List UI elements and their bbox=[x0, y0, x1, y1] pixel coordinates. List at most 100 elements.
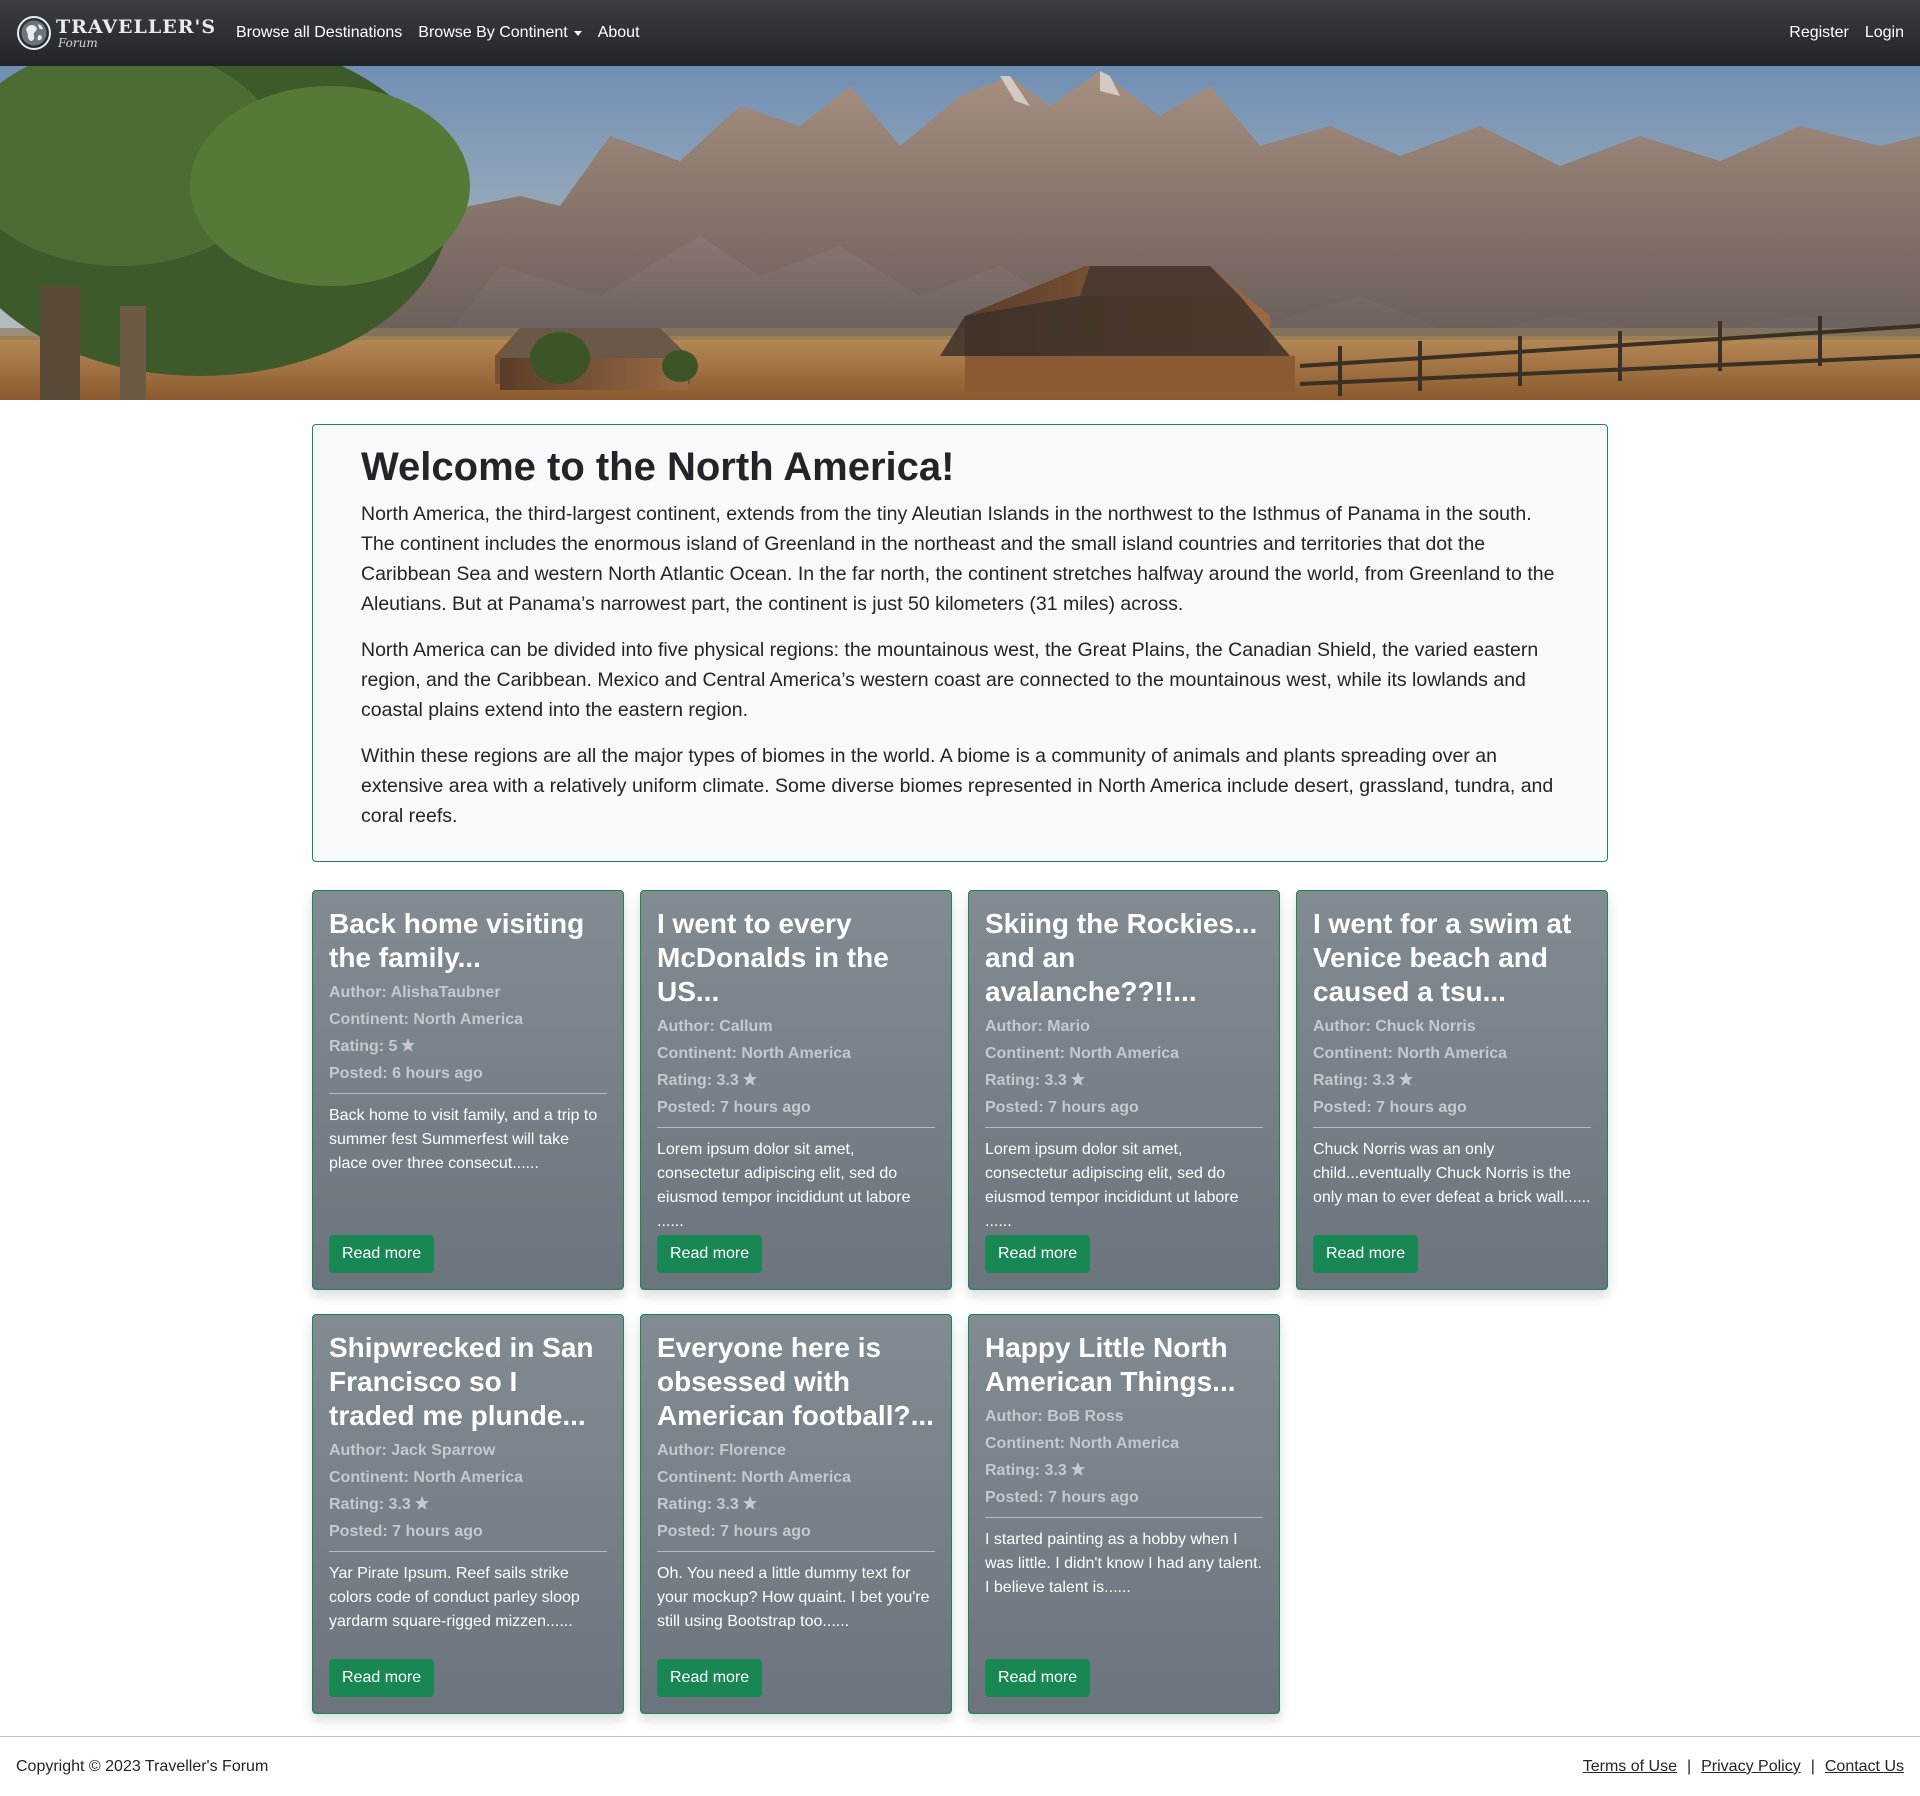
post-rating: Rating: 5 bbox=[329, 1038, 398, 1055]
read-more-button[interactable]: Read more bbox=[329, 1659, 435, 1697]
post-card: Skiing the Rockies... and an avalanche??… bbox=[968, 890, 1280, 1290]
hero-banner bbox=[0, 66, 1920, 400]
post-author: Author: Chuck Norris bbox=[1313, 1018, 1476, 1035]
welcome-paragraph-1: North America, the third-largest contine… bbox=[361, 503, 1555, 615]
post-posted: Posted: 7 hours ago bbox=[985, 1099, 1139, 1116]
post-title: Everyone here is obsessed with American … bbox=[657, 1332, 934, 1431]
nav-about[interactable]: About bbox=[598, 24, 640, 42]
post-rating-row: Rating: 3.3 bbox=[1313, 1067, 1591, 1094]
post-excerpt: Yar Pirate Ipsum. Reef sails strike colo… bbox=[329, 1565, 580, 1630]
post-card: I went for a swim at Venice beach and ca… bbox=[1296, 890, 1608, 1290]
post-excerpt: Chuck Norris was an only child...eventua… bbox=[1313, 1141, 1591, 1206]
brand-name: TRAVELLER'S bbox=[56, 15, 217, 38]
post-card-grid: Back home visiting the family... Author:… bbox=[312, 890, 1608, 1714]
star-icon bbox=[1070, 1462, 1085, 1476]
nav-browse-all[interactable]: Browse all Destinations bbox=[236, 24, 402, 42]
nav-browse-continent-label: Browse By Continent bbox=[418, 24, 568, 41]
post-excerpt: Lorem ipsum dolor sit amet, consectetur … bbox=[657, 1141, 911, 1230]
star-icon bbox=[742, 1072, 757, 1086]
post-excerpt: Oh. You need a little dummy text for you… bbox=[657, 1565, 930, 1630]
nav-login[interactable]: Login bbox=[1865, 24, 1904, 42]
footer-contact-link[interactable]: Contact Us bbox=[1825, 1758, 1904, 1776]
post-continent: Continent: North America bbox=[985, 1435, 1180, 1452]
post-continent: Continent: North America bbox=[1313, 1045, 1508, 1062]
post-posted: Posted: 6 hours ago bbox=[329, 1065, 483, 1082]
post-rating-row: Rating: 3.3 bbox=[657, 1067, 935, 1094]
read-more-button[interactable]: Read more bbox=[1313, 1235, 1419, 1273]
card-divider bbox=[985, 1517, 1263, 1518]
caret-down-icon bbox=[573, 31, 582, 36]
post-title: Happy Little North American Things... bbox=[985, 1332, 1236, 1397]
post-posted: Posted: 7 hours ago bbox=[1313, 1099, 1467, 1116]
read-more-button[interactable]: Read more bbox=[657, 1659, 763, 1697]
brand-subtitle: Forum bbox=[58, 35, 98, 50]
post-rating-row: Rating: 3.3 bbox=[985, 1067, 1263, 1094]
star-icon bbox=[742, 1496, 757, 1510]
welcome-paragraph-2: North America can be divided into five p… bbox=[361, 639, 1539, 721]
footer-terms-link[interactable]: Terms of Use bbox=[1583, 1758, 1677, 1776]
post-continent: Continent: North America bbox=[329, 1469, 524, 1486]
post-continent: Continent: North America bbox=[657, 1469, 852, 1486]
post-card: I went to every McDonalds in the US... A… bbox=[640, 890, 952, 1290]
footer: Copyright © 2023 Traveller's Forum Terms… bbox=[0, 1736, 1920, 1796]
brand-text: TRAVELLER'S Forum bbox=[56, 15, 217, 50]
footer-privacy-link[interactable]: Privacy Policy bbox=[1701, 1758, 1801, 1776]
card-divider bbox=[657, 1127, 935, 1128]
card-divider bbox=[1313, 1127, 1591, 1128]
post-card: Happy Little North American Things... Au… bbox=[968, 1314, 1280, 1714]
welcome-panel: Welcome to the North America! North Amer… bbox=[312, 424, 1608, 862]
post-author: Author: Callum bbox=[657, 1018, 773, 1035]
read-more-button[interactable]: Read more bbox=[329, 1235, 435, 1273]
post-title: Shipwrecked in San Francisco so I traded… bbox=[329, 1332, 594, 1431]
post-excerpt: Back home to visit family, and a trip to… bbox=[329, 1107, 598, 1172]
post-continent: Continent: North America bbox=[985, 1045, 1180, 1062]
post-card: Everyone here is obsessed with American … bbox=[640, 1314, 952, 1714]
post-rating: Rating: 3.3 bbox=[985, 1072, 1067, 1089]
post-author: Author: Florence bbox=[657, 1442, 786, 1459]
nav-auth: Register Login bbox=[1789, 24, 1904, 42]
star-icon bbox=[1398, 1072, 1413, 1086]
post-rating: Rating: 3.3 bbox=[329, 1496, 411, 1513]
globe-icon bbox=[17, 16, 51, 50]
post-title: Back home visiting the family... bbox=[329, 908, 585, 973]
nav-links: Browse all Destinations Browse By Contin… bbox=[236, 24, 640, 42]
post-rating: Rating: 3.3 bbox=[657, 1072, 739, 1089]
read-more-button[interactable]: Read more bbox=[985, 1659, 1091, 1697]
nav-register[interactable]: Register bbox=[1789, 24, 1849, 42]
footer-copyright: Copyright © 2023 Traveller's Forum bbox=[16, 1757, 269, 1775]
post-card: Back home visiting the family... Author:… bbox=[312, 890, 624, 1290]
star-icon bbox=[414, 1496, 429, 1510]
star-icon bbox=[1070, 1072, 1085, 1086]
post-posted: Posted: 7 hours ago bbox=[657, 1523, 811, 1540]
post-rating: Rating: 3.3 bbox=[985, 1462, 1067, 1479]
post-continent: Continent: North America bbox=[657, 1045, 852, 1062]
post-rating-row: Rating: 3.3 bbox=[329, 1491, 607, 1518]
post-rating-row: Rating: 3.3 bbox=[657, 1491, 935, 1518]
footer-separator: | bbox=[1686, 1757, 1692, 1775]
read-more-button[interactable]: Read more bbox=[985, 1235, 1091, 1273]
welcome-paragraph-3: Within these regions are all the major t… bbox=[361, 745, 1554, 827]
post-title: I went for a swim at Venice beach and ca… bbox=[1313, 908, 1572, 1007]
post-rating-row: Rating: 5 bbox=[329, 1033, 607, 1060]
post-card: Shipwrecked in San Francisco so I traded… bbox=[312, 1314, 624, 1714]
post-author: Author: Jack Sparrow bbox=[329, 1442, 496, 1459]
footer-links: Terms of Use | Privacy Policy | Contact … bbox=[1583, 1758, 1904, 1776]
post-posted: Posted: 7 hours ago bbox=[985, 1489, 1139, 1506]
brand-logo[interactable]: TRAVELLER'S Forum bbox=[16, 15, 236, 51]
star-icon bbox=[401, 1038, 416, 1052]
post-excerpt: Lorem ipsum dolor sit amet, consectetur … bbox=[985, 1141, 1239, 1230]
post-posted: Posted: 7 hours ago bbox=[329, 1523, 483, 1540]
page-title: Welcome to the North America! bbox=[361, 445, 955, 489]
hero-landscape-image bbox=[0, 66, 1920, 400]
post-rating: Rating: 3.3 bbox=[1313, 1072, 1395, 1089]
card-divider bbox=[329, 1093, 607, 1094]
post-title: I went to every McDonalds in the US... bbox=[657, 908, 889, 1007]
post-title: Skiing the Rockies... and an avalanche??… bbox=[985, 908, 1258, 1007]
read-more-button[interactable]: Read more bbox=[657, 1235, 763, 1273]
footer-separator: | bbox=[1810, 1757, 1815, 1775]
nav-browse-continent-dropdown[interactable]: Browse By Continent bbox=[418, 24, 582, 42]
post-rating-row: Rating: 3.3 bbox=[985, 1457, 1263, 1484]
post-continent: Continent: North America bbox=[329, 1011, 524, 1028]
post-author: Author: AlishaTaubner bbox=[329, 984, 501, 1001]
card-divider bbox=[985, 1127, 1263, 1128]
